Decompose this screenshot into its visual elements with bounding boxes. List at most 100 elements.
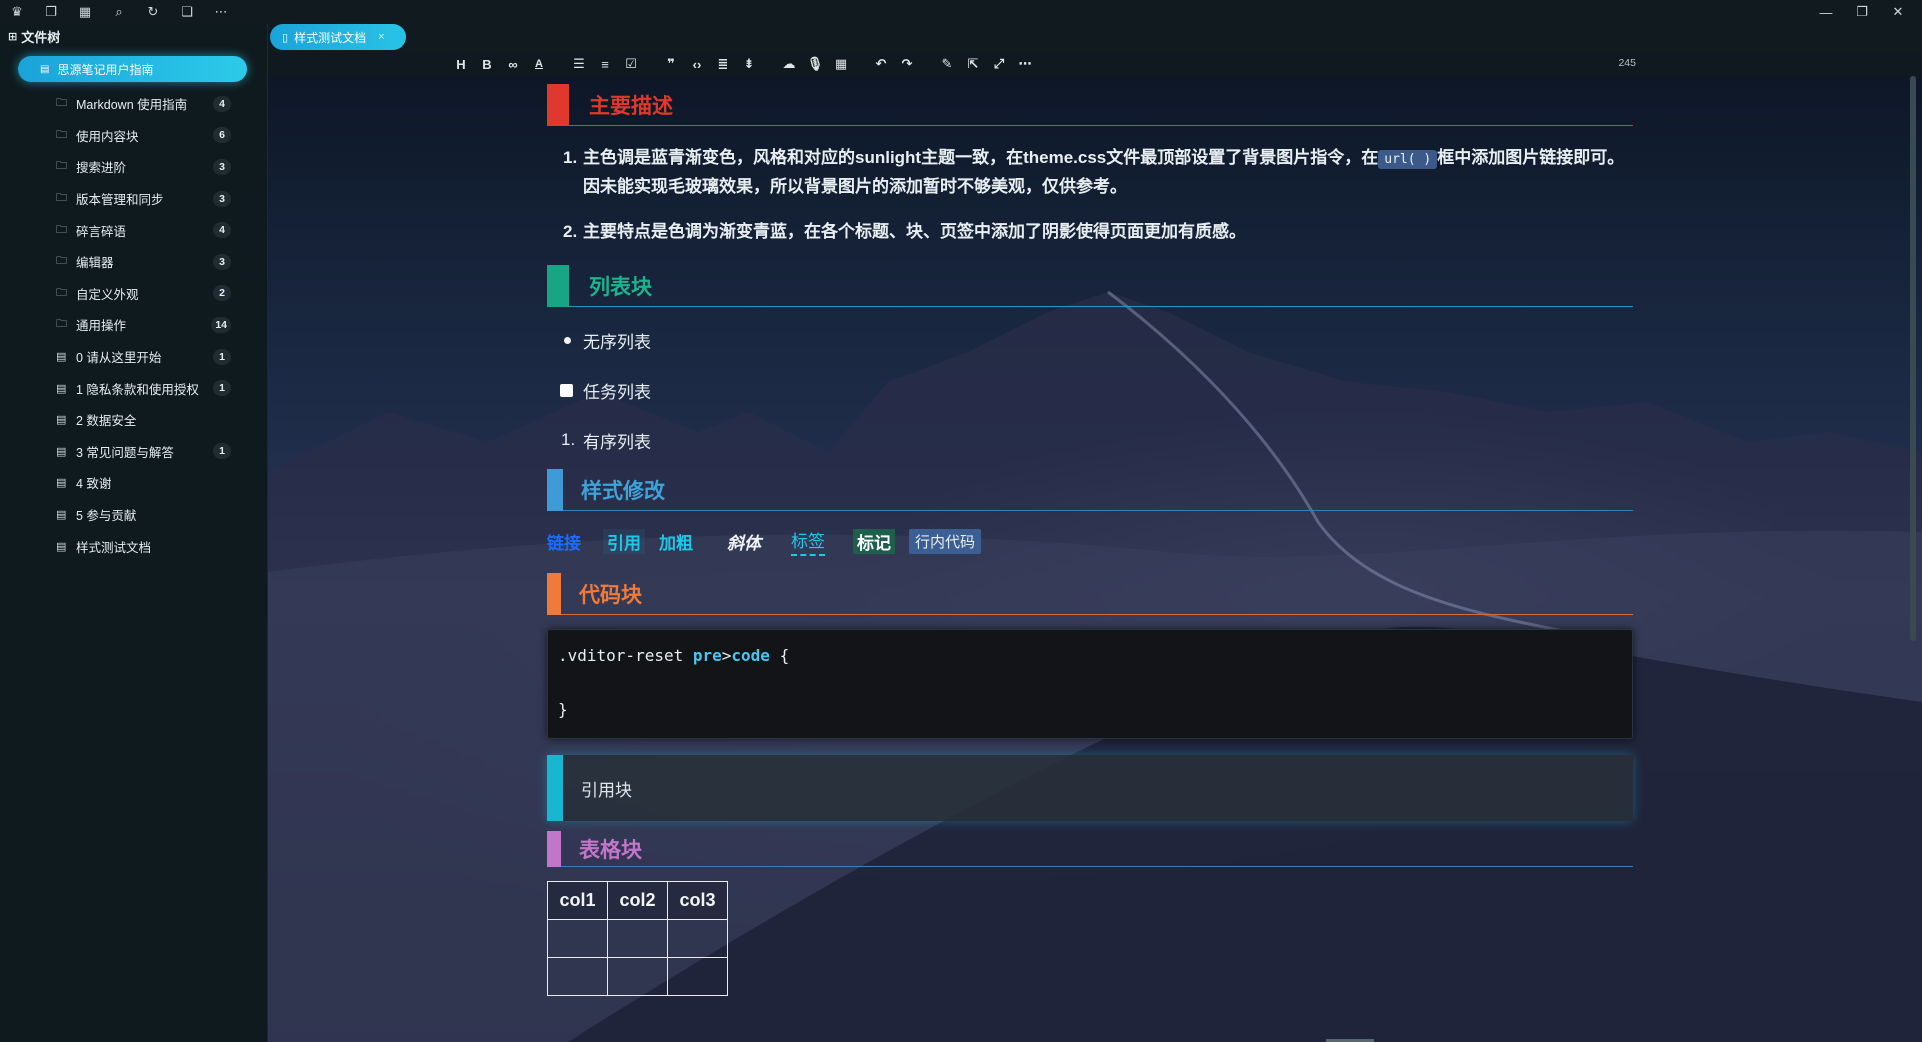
code-icon[interactable]: ‹› [684,52,710,76]
sidebar-item-label: 版本管理和同步 [76,193,164,208]
notebook-root[interactable]: ▤ 思源笔记用户指南 [18,56,247,82]
sidebar-folder-item[interactable]: 🗀 自定义外观 2 [0,278,267,310]
tab-close-icon[interactable]: × [378,31,384,43]
sidebar-folder-item[interactable]: 🗀 编辑器 3 [0,246,267,278]
blockquote[interactable]: 引用块 [547,755,1633,821]
folder-icon: 🗀 [56,286,67,299]
minimize-icon[interactable]: — [1808,0,1844,24]
sidebar-doc-item[interactable]: ▤ 5 参与贡献 [0,499,267,531]
editor-toolbar: H B ∞ A ☰ ≡ ☑ ❞ ‹› ≣ ⇟ ☁ 🎙 ▦ ↶ ↷ ✎ ⇱ ⤢ ⋯… [268,52,1922,76]
toolbar-more-icon[interactable]: ⋯ [1012,52,1038,76]
bold-sample: 加粗 [659,533,693,553]
code-token: > [721,646,732,665]
table-cell[interactable] [547,957,608,996]
unordered-list-item[interactable]: 无序列表 [547,315,1633,365]
table-header-cell[interactable]: col1 [547,881,608,920]
bold-icon[interactable]: B [474,52,500,76]
sidebar-folder-item[interactable]: 🗀 碎言碎语 4 [0,214,267,246]
sidebar-doc-item[interactable]: ▤ 3 常见问题与解答 1 [0,436,267,468]
inline-code[interactable]: url( ) [1378,150,1438,169]
heading-code-block[interactable]: 代码块 [547,573,1633,615]
task-checkbox[interactable] [560,383,573,397]
calendar-icon[interactable]: ▦ [68,0,102,24]
heading-table-block[interactable]: 表格块 [547,831,1633,867]
more-icon[interactable]: ⋯ [204,0,238,24]
undo-icon[interactable]: ↶ [868,52,894,76]
heading-style-modify[interactable]: 样式修改 [547,469,1633,511]
editor-scrollbar[interactable] [1910,76,1916,641]
link-sample[interactable]: 链接 [547,529,581,554]
tag-sample[interactable]: 标签 [791,527,825,556]
sidebar-item-label: 0 请从这里开始 [76,351,162,366]
folder-icon: 🗀 [56,255,67,268]
sidebar-folder-item[interactable]: 🗀 Markdown 使用指南 4 [0,88,267,120]
item-count-badge: 4 [213,222,231,239]
sidebar-doc-item[interactable]: ▤ 样式测试文档 [0,530,267,562]
sidebar-folder-item[interactable]: 🗀 版本管理和同步 3 [0,183,267,215]
table-icon[interactable]: ▦ [828,52,854,76]
table-cell[interactable] [607,957,668,996]
restore-icon[interactable]: ❐ [1844,0,1880,24]
code-block[interactable]: .vditor-reset pre>code { } [547,629,1633,739]
edit-mode-icon[interactable]: ✎ [934,52,960,76]
heading-icon[interactable]: H [448,52,474,76]
heading-bar [547,469,563,511]
table-cell[interactable] [667,919,728,958]
document-icon: ▤ [56,445,67,458]
redo-icon[interactable]: ↷ [894,52,920,76]
fullscreen-icon[interactable]: ⤢ [986,52,1012,76]
inline-code-icon[interactable]: ≣ [710,52,736,76]
item-count-badge: 6 [213,127,231,144]
close-icon[interactable]: ✕ [1880,0,1916,24]
folder-icon: 🗀 [56,128,67,141]
table-header-cell[interactable]: col3 [667,881,728,920]
link-icon[interactable]: ∞ [500,52,526,76]
table-header-cell[interactable]: col2 [607,881,668,920]
window-controls: — ❐ ✕ [1808,0,1916,24]
ordered-list-item[interactable]: 1. 有序列表 [547,415,1633,465]
sync-icon[interactable]: ↻ [136,0,170,24]
table-cell[interactable] [607,919,668,958]
sidebar-doc-item[interactable]: ▤ 1 隐私条款和使用授权 1 [0,372,267,404]
upload-icon[interactable]: ☁ [776,52,802,76]
code-token: .vditor-reset [558,646,693,665]
table-row [547,957,728,996]
paragraph-text: 主要特点是色调为渐变青蓝，在各个标题、块、页签中添加了阴影使得页面更加有质感。 [583,222,1246,241]
bullet-list-icon[interactable]: ☰ [566,52,592,76]
crown-icon[interactable]: ♛ [0,0,34,24]
tab-style-test-doc[interactable]: ▯ 样式测试文档 × [270,24,406,50]
sidebar-folder-item[interactable]: 🗀 通用操作 14 [0,309,267,341]
ordered-item-1[interactable]: 1. 主色调是蓝青渐变色，风格和对应的sunlight主题一致，在theme.c… [547,144,1633,200]
heading-list-block[interactable]: 列表块 [547,265,1633,307]
ordered-list-icon[interactable]: ≡ [592,52,618,76]
sidebar-folder-item[interactable]: 🗀 搜索进阶 3 [0,151,267,183]
checklist-icon[interactable]: ☑ [618,52,644,76]
font-color-icon[interactable]: A [526,52,552,76]
reference-sample[interactable]: 引用 [603,528,645,554]
quote-icon[interactable]: ❞ [658,52,684,76]
file-tree-list: 🗀 Markdown 使用指南 4 🗀 使用内容块 6 🗀 搜索进阶 3 🗀 版本管理和同步 3 🗀 碎言… [0,88,267,562]
folder-icon: 🗀 [56,318,67,331]
list-text: 无序列表 [583,332,651,352]
sidebar-doc-item[interactable]: ▤ 2 数据安全 [0,404,267,436]
table-cell[interactable] [547,919,608,958]
heading-text: 代码块 [579,583,642,607]
sidebar-doc-item[interactable]: ▤ 4 致谢 [0,467,267,499]
sidebar-doc-item[interactable]: ▤ 0 请从这里开始 1 [0,341,267,373]
sidebar-item-label: 1 隐私条款和使用授权 [76,382,199,397]
sidebar-folder-item[interactable]: 🗀 使用内容块 6 [0,120,267,152]
ordered-item-2[interactable]: 2. 主要特点是色调为渐变青蓝，在各个标题、块、页签中添加了阴影使得页面更加有质… [547,218,1633,245]
window-icon[interactable]: ❏ [170,0,204,24]
export-icon[interactable]: ⇱ [960,52,986,76]
item-count-badge: 3 [213,158,231,175]
heading-main-description[interactable]: 主要描述 [547,84,1633,126]
table-block[interactable]: col1 col2 col3 [547,881,728,996]
insert-after-icon[interactable]: ⇟ [736,52,762,76]
copy-icon[interactable]: ❐ [34,0,68,24]
table-cell[interactable] [667,957,728,996]
search-icon[interactable]: ⌕ [102,0,136,24]
record-icon[interactable]: 🎙 [802,52,828,76]
inline-code-sample[interactable]: 行内代码 [909,528,982,554]
list-text: 任务列表 [583,382,651,402]
task-list-item[interactable]: 任务列表 [547,365,1633,415]
